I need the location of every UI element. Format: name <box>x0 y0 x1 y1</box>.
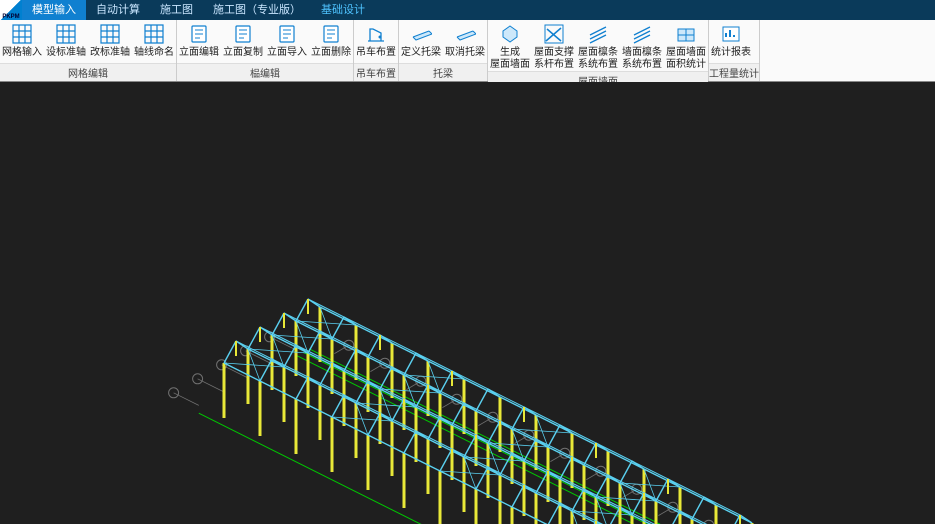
stats-icon <box>720 23 742 45</box>
ribbon-btn-label: 生成 <box>500 47 520 59</box>
menu-2[interactable]: 施工图 <box>150 0 203 20</box>
ribbon-btn-4-1[interactable]: 屋面支撑系杆布置 <box>532 20 576 71</box>
ribbon-group-4: 生成屋面墙面屋面支撑系杆布置屋面檩条系统布置墙面檩条系统布置屋面墙面面积统计屋面… <box>488 20 709 81</box>
viewport-3d[interactable] <box>0 82 935 524</box>
ribbon-btn-label: 网格输入 <box>2 47 42 59</box>
elev-import-icon <box>276 23 298 45</box>
ribbon-btn-label: 定义托梁 <box>401 47 441 59</box>
ribbon-group-2: 吊车布置吊车布置 <box>354 20 399 81</box>
ribbon-btn-0-1[interactable]: 设标准轴 <box>44 20 88 63</box>
ribbon-btn-2-0[interactable]: 吊车布置 <box>354 20 398 63</box>
ribbon-btn-1-2[interactable]: 立面导入 <box>265 20 309 63</box>
beam-cancel-icon <box>454 23 476 45</box>
ribbon-btn-label: 立面复制 <box>223 47 263 59</box>
menu-0[interactable]: 模型输入 <box>22 0 86 20</box>
ribbon-btn-label2: 屋面墙面 <box>490 59 530 71</box>
ribbon-btn-label: 屋面檩条 <box>578 47 618 59</box>
ribbon-group-3: 定义托梁取消托梁托梁 <box>399 20 488 81</box>
brace-icon <box>543 23 565 45</box>
menu-4[interactable]: 基础设计 <box>311 0 375 20</box>
grid-name-icon <box>143 23 165 45</box>
ribbon-btn-1-0[interactable]: 立面编辑 <box>177 20 221 63</box>
ribbon-btn-5-0[interactable]: 统计报表 <box>709 20 753 63</box>
grid-edit-icon <box>55 23 77 45</box>
ribbon-btn-label: 立面删除 <box>311 47 351 59</box>
purlin-w-icon <box>631 23 653 45</box>
ribbon-btn-3-1[interactable]: 取消托梁 <box>443 20 487 63</box>
ribbon-btn-label: 立面编辑 <box>179 47 219 59</box>
grid-icon <box>11 23 33 45</box>
ribbon-btn-1-3[interactable]: 立面删除 <box>309 20 353 63</box>
ribbon-btn-label2: 系统布置 <box>622 59 662 71</box>
ribbon-btn-1-1[interactable]: 立面复制 <box>221 20 265 63</box>
purlin-r-icon <box>587 23 609 45</box>
ribbon-btn-label2: 面积统计 <box>666 59 706 71</box>
ribbon-btn-label: 屋面支撑 <box>534 47 574 59</box>
ribbon-btn-label: 吊车布置 <box>356 47 396 59</box>
ribbon-btn-label: 统计报表 <box>711 47 751 59</box>
ribbon-group-label: 榀编辑 <box>177 63 353 81</box>
ribbon-btn-label2: 系统布置 <box>578 59 618 71</box>
grid-mod-icon <box>99 23 121 45</box>
ribbon-group-label: 工程量统计 <box>709 63 759 81</box>
ribbon-group-label: 吊车布置 <box>354 63 398 81</box>
wall-icon <box>675 23 697 45</box>
ribbon-group-label: 网格编辑 <box>0 63 176 81</box>
ribbon-btn-0-0[interactable]: 网格输入 <box>0 20 44 63</box>
ribbon-btn-0-3[interactable]: 轴线命名 <box>132 20 176 63</box>
ribbon-group-5: 统计报表工程量统计 <box>709 20 760 81</box>
menu-3[interactable]: 施工图（专业版） <box>203 0 311 20</box>
ribbon-btn-0-2[interactable]: 改标准轴 <box>88 20 132 63</box>
ribbon-btn-label: 墙面檩条 <box>622 47 662 59</box>
elev-copy-icon <box>232 23 254 45</box>
gen-icon <box>499 23 521 45</box>
beam-def-icon <box>410 23 432 45</box>
ribbon-group-1: 立面编辑立面复制立面导入立面删除榀编辑 <box>177 20 354 81</box>
ribbon-group-0: 网格输入设标准轴改标准轴轴线命名网格编辑 <box>0 20 177 81</box>
menu-1[interactable]: 自动计算 <box>86 0 150 20</box>
menubar: PKPM 模型输入自动计算施工图施工图（专业版）基础设计 <box>0 0 935 20</box>
ribbon-btn-4-2[interactable]: 屋面檩条系统布置 <box>576 20 620 71</box>
ribbon-btn-3-0[interactable]: 定义托梁 <box>399 20 443 63</box>
ribbon-btn-4-0[interactable]: 生成屋面墙面 <box>488 20 532 71</box>
elev-edit-icon <box>188 23 210 45</box>
crane-icon <box>365 23 387 45</box>
ribbon-btn-label: 轴线命名 <box>134 47 174 59</box>
app-logo: PKPM <box>0 0 22 20</box>
ribbon-group-label: 托梁 <box>399 63 487 81</box>
elev-del-icon <box>320 23 342 45</box>
ribbon-btn-label: 立面导入 <box>267 47 307 59</box>
ribbon-btn-label2: 系杆布置 <box>534 59 574 71</box>
ribbon-btn-label: 屋面墙面 <box>666 47 706 59</box>
ribbon-btn-4-3[interactable]: 墙面檩条系统布置 <box>620 20 664 71</box>
ribbon-btn-4-4[interactable]: 屋面墙面面积统计 <box>664 20 708 71</box>
ribbon-btn-label: 改标准轴 <box>90 47 130 59</box>
ribbon-btn-label: 取消托梁 <box>445 47 485 59</box>
ribbon-btn-label: 设标准轴 <box>46 47 86 59</box>
ribbon-toolbar: 网格输入设标准轴改标准轴轴线命名网格编辑立面编辑立面复制立面导入立面删除榀编辑吊… <box>0 20 935 82</box>
